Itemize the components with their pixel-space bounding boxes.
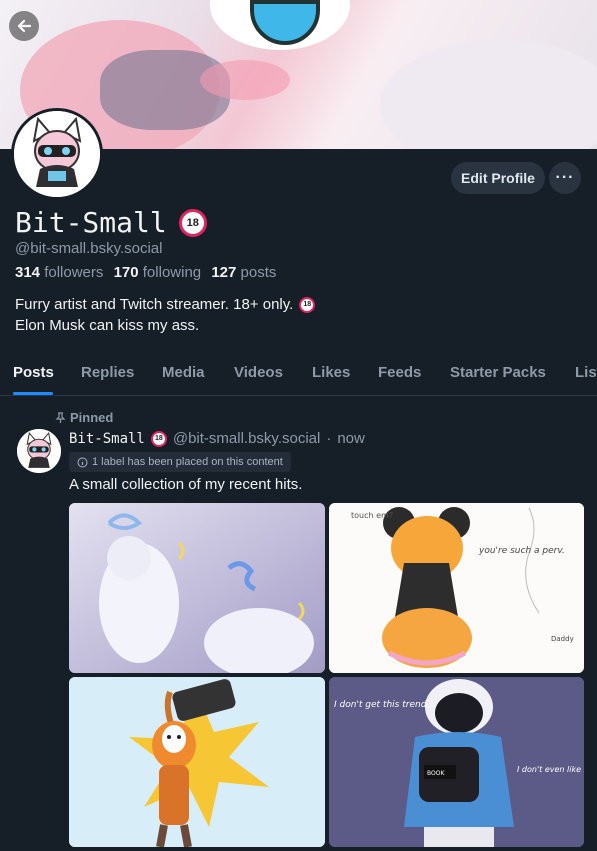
- avatar-image: [17, 429, 61, 473]
- active-tab-indicator: [13, 392, 53, 395]
- edit-profile-button[interactable]: Edit Profile: [451, 162, 545, 194]
- tab-lists[interactable]: Lists: [575, 364, 597, 381]
- tab-videos[interactable]: Videos: [234, 364, 283, 381]
- post-image-4[interactable]: I don't get this trend... I don't even l…: [329, 677, 584, 847]
- arrow-left-icon: [17, 19, 32, 33]
- tab-likes[interactable]: Likes: [312, 364, 350, 381]
- post-author-avatar[interactable]: [17, 429, 61, 473]
- post-author-name[interactable]: Bit-Small: [69, 431, 145, 447]
- bio-line-2: Elon Musk can kiss my ass.: [15, 317, 200, 334]
- display-name: Bit-Small 18: [15, 206, 207, 239]
- tab-feeds[interactable]: Feeds: [378, 364, 421, 381]
- following-link[interactable]: 170 following: [114, 264, 202, 281]
- avatar-image: [14, 111, 100, 197]
- profile-tabs: Posts Replies Media Videos Likes Feeds S…: [0, 352, 597, 396]
- info-circle-icon: [77, 457, 88, 467]
- bio-line-1: Furry artist and Twitch streamer. 18+ on…: [15, 296, 294, 313]
- more-options-button[interactable]: ···: [549, 162, 581, 194]
- post-image-3[interactable]: [69, 677, 325, 847]
- post-text: A small collection of my recent hits.: [69, 476, 303, 493]
- pinned-indicator: Pinned: [55, 410, 113, 425]
- posts-count: 127 posts: [211, 264, 277, 281]
- image-text-touch: touch em?: [351, 511, 393, 520]
- pin-icon: [55, 412, 66, 423]
- image-text-daddy: Daddy: [551, 635, 574, 643]
- followers-link[interactable]: 314 followers: [15, 264, 103, 281]
- image-text-trend: I don't get this trend...: [334, 700, 435, 710]
- tab-posts[interactable]: Posts: [13, 364, 54, 381]
- tab-replies[interactable]: Replies: [81, 364, 134, 381]
- tab-starter-packs[interactable]: Starter Packs: [450, 364, 546, 381]
- display-name-text: Bit-Small: [15, 206, 167, 239]
- post-separator: ·: [326, 430, 332, 447]
- post-header: Bit-Small 18 @bit-small.bsky.social · no…: [69, 430, 365, 447]
- adult-content-badge-small: 18: [299, 296, 316, 313]
- image-text-perv: you're such a perv.: [478, 546, 565, 556]
- content-label-chip[interactable]: 1 label has been placed on this content: [69, 452, 291, 472]
- post-author-handle[interactable]: @bit-small.bsky.social: [173, 430, 320, 447]
- profile-bio: Furry artist and Twitch streamer. 18+ on…: [15, 294, 316, 336]
- ellipsis-icon: ···: [555, 169, 575, 186]
- profile-avatar[interactable]: [11, 108, 103, 200]
- post-timestamp[interactable]: now: [337, 430, 365, 447]
- profile-stats: 314 followers 170 following 127 posts: [15, 264, 276, 281]
- pinned-label: Pinned: [70, 410, 114, 425]
- post-image-1[interactable]: [69, 503, 325, 673]
- tab-media[interactable]: Media: [162, 364, 205, 381]
- adult-content-badge: 18: [178, 208, 207, 237]
- image-text-books: I don't even like books...: [517, 765, 584, 774]
- adult-content-badge-small: 18: [150, 430, 167, 447]
- image-text-book: BOOK: [427, 770, 445, 777]
- profile-handle: @bit-small.bsky.social: [15, 240, 163, 257]
- content-label-text: 1 label has been placed on this content: [92, 456, 283, 468]
- post-image-2[interactable]: touch em? you're such a perv. Daddy: [329, 503, 584, 673]
- back-button[interactable]: [9, 11, 39, 41]
